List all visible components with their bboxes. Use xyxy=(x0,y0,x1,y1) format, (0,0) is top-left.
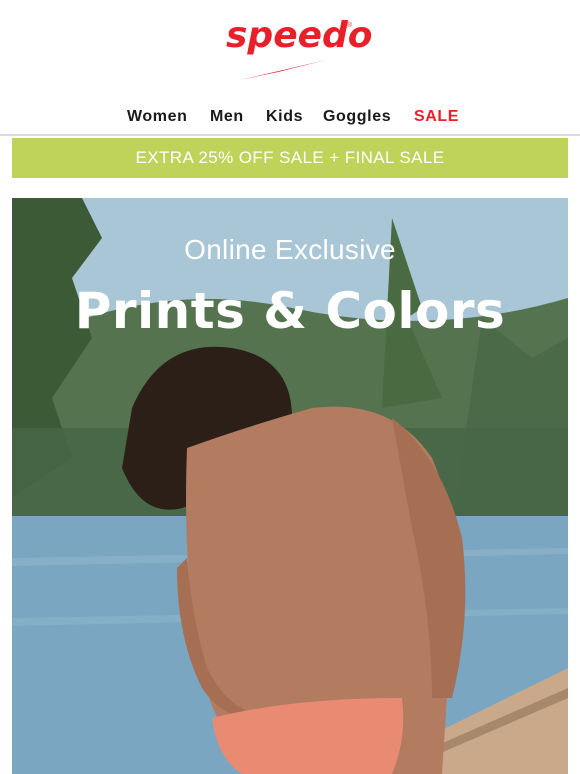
nav-item-sale[interactable]: SALE xyxy=(414,104,459,130)
promo-text: EXTRA 25% OFF SALE + FINAL SALE xyxy=(135,148,445,167)
hero-title: Prints & Colors xyxy=(74,282,506,340)
boomerang-icon xyxy=(240,60,326,80)
hero-subtitle: Online Exclusive xyxy=(184,234,396,265)
nav-item-kids[interactable]: Kids xyxy=(266,104,303,130)
main-nav: Women Men Kids Goggles SALE xyxy=(0,104,580,130)
promo-banner[interactable]: EXTRA 25% OFF SALE + FINAL SALE xyxy=(12,138,568,178)
speedo-logo[interactable]: speedo ® xyxy=(222,14,373,84)
nav-item-goggles[interactable]: Goggles xyxy=(323,104,391,130)
nav-item-women[interactable]: Women xyxy=(127,104,187,130)
email-header: speedo ® Women Men Kids Goggles SALE xyxy=(0,0,580,136)
hero-banner[interactable]: Online Exclusive Prints & Colors xyxy=(12,198,568,774)
nav-item-men[interactable]: Men xyxy=(210,104,244,130)
brand-wordmark: speedo xyxy=(226,15,373,56)
header-divider xyxy=(0,134,580,136)
registered-mark: ® xyxy=(347,22,353,29)
